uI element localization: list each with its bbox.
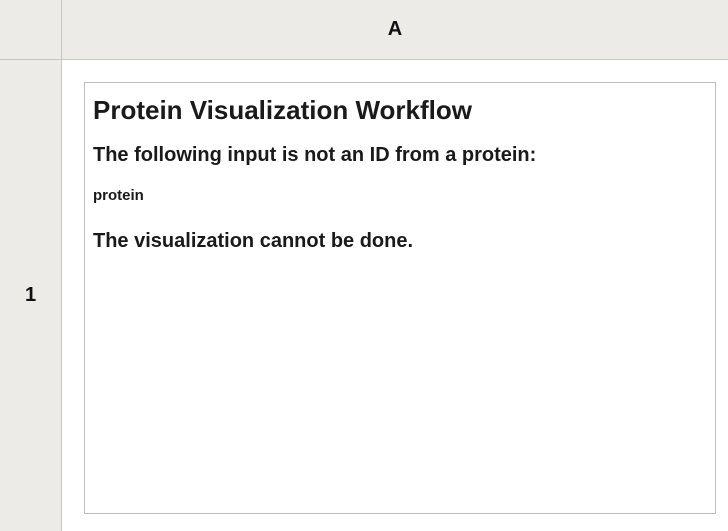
column-header-label: A bbox=[387, 18, 403, 40]
output-panel: Protein Visualization Workflow The follo… bbox=[84, 82, 716, 514]
input-value: protein bbox=[93, 187, 144, 204]
error-message: The following input is not an ID from a … bbox=[93, 144, 537, 166]
result-message: The visualization cannot be done. bbox=[93, 230, 414, 252]
row-header-1[interactable]: 1 bbox=[0, 60, 62, 531]
select-all-corner[interactable] bbox=[0, 0, 62, 60]
panel-title: Protein Visualization Workflow bbox=[93, 95, 472, 125]
column-header-a[interactable]: A bbox=[62, 0, 728, 60]
row-header-label: 1 bbox=[24, 284, 37, 306]
cell-a1[interactable]: Protein Visualization Workflow The follo… bbox=[62, 60, 728, 531]
spreadsheet: A 1 Protein Visualization Workflow The f… bbox=[0, 0, 728, 531]
